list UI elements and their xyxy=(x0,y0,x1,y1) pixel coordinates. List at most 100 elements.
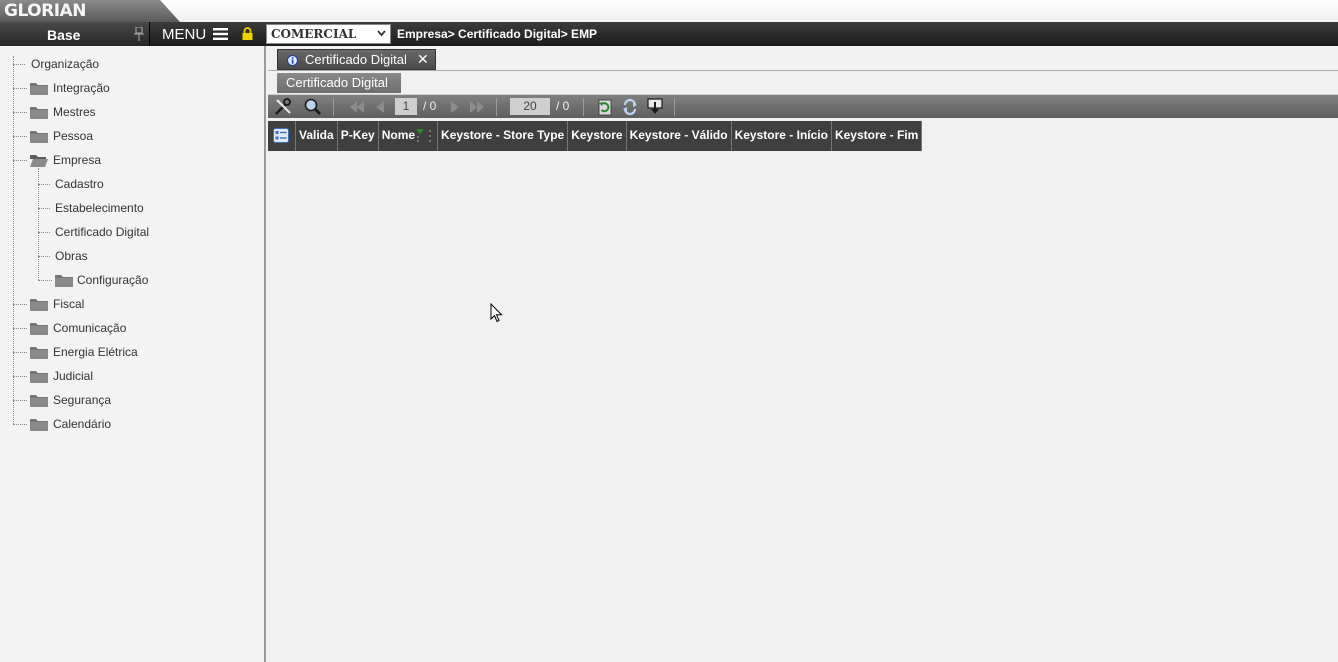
folder-open-icon xyxy=(30,155,48,167)
column-label: P-Key xyxy=(340,128,375,142)
sidebar-item-obras[interactable]: Obras xyxy=(38,248,238,264)
subtab-certificado-digital[interactable]: Certificado Digital xyxy=(277,73,401,93)
column-header-valida[interactable]: Valida xyxy=(296,121,338,151)
column-label: Keystore - Store Type xyxy=(441,128,565,142)
folder-icon xyxy=(30,323,48,335)
sidebar-item-label: Configuração xyxy=(77,273,149,287)
sidebar-item-label: Estabelecimento xyxy=(55,201,144,215)
tools-icon[interactable] xyxy=(274,98,292,116)
toolbar-separator xyxy=(496,98,497,116)
column-header-keystore[interactable]: Keystore xyxy=(568,121,627,151)
page-number-input[interactable]: 1 xyxy=(395,98,417,115)
toolbar-separator xyxy=(674,98,675,116)
first-page-icon[interactable] xyxy=(348,98,366,116)
folder-icon xyxy=(30,371,48,383)
tab-label: Certificado Digital xyxy=(305,52,407,67)
column-header-keystore-inicio[interactable]: Keystore - Início xyxy=(732,121,832,151)
lock-icon[interactable] xyxy=(242,27,253,40)
records-total: / 0 xyxy=(556,99,570,113)
previous-page-icon[interactable] xyxy=(371,98,389,116)
column-label: Keystore - Fim xyxy=(834,128,919,142)
sidebar-item-judicial[interactable]: Judicial xyxy=(13,368,213,384)
sidebar-item-label: Obras xyxy=(55,249,88,263)
column-header-keystore-store-type[interactable]: Keystore - Store Type xyxy=(438,121,569,151)
breadcrumb: Empresa> Certificado Digital> EMP xyxy=(397,27,598,41)
sidebar-item-label: Pessoa xyxy=(53,129,94,143)
base-label: Base xyxy=(47,27,81,43)
sidebar: Organização Integração Mestres Pessoa Em… xyxy=(0,46,266,662)
column-label: Keystore xyxy=(571,128,623,142)
sidebar-item-label: Cadastro xyxy=(55,177,104,191)
folder-icon xyxy=(30,347,48,359)
sidebar-item-cadastro[interactable]: Cadastro xyxy=(38,176,238,192)
sidebar-item-label: Judicial xyxy=(53,369,94,383)
export-icon[interactable] xyxy=(646,98,664,116)
hamburger-icon[interactable] xyxy=(213,28,228,40)
sidebar-item-organizacao[interactable]: Organização xyxy=(13,56,213,72)
mouse-cursor-icon xyxy=(490,303,503,323)
sync-icon[interactable] xyxy=(621,98,639,116)
sidebar-item-fiscal[interactable]: Fiscal xyxy=(13,296,213,312)
folder-icon xyxy=(30,107,48,119)
logo-tab: GLORIAN xyxy=(0,0,180,22)
folder-icon xyxy=(30,419,48,431)
page-total: / 0 xyxy=(423,99,437,113)
sidebar-item-label: Certificado Digital xyxy=(55,225,150,239)
column-selector-icon xyxy=(273,128,289,143)
column-header-nome[interactable]: Nome xyxy=(379,121,439,151)
sort-icon[interactable] xyxy=(416,128,434,143)
column-header-keystore-valido[interactable]: Keystore - Válido xyxy=(627,121,732,151)
grid-header: Valida P-Key Nome Keystore - Store Type … xyxy=(268,121,923,151)
company-select[interactable]: COMERCIAL xyxy=(266,24,391,44)
app-logo: GLORIAN xyxy=(4,1,86,21)
folder-icon xyxy=(55,275,73,287)
column-label: Nome xyxy=(381,128,416,142)
page-size-input[interactable]: 20 xyxy=(510,98,550,115)
column-header-p-key[interactable]: P-Key xyxy=(338,121,379,151)
search-icon[interactable] xyxy=(304,98,322,116)
sidebar-item-label: Organização xyxy=(31,57,100,71)
base-selector[interactable]: Base xyxy=(0,22,150,46)
column-header-keystore-fim[interactable]: Keystore - Fim xyxy=(832,121,923,151)
sidebar-item-label: Empresa xyxy=(53,153,102,167)
last-page-icon[interactable] xyxy=(468,98,486,116)
sidebar-item-label: Calendário xyxy=(53,417,112,431)
main-content: Certificado Digital ✕ Certificado Digita… xyxy=(268,46,1338,662)
folder-icon xyxy=(30,83,48,95)
sidebar-item-estabelecimento[interactable]: Estabelecimento xyxy=(38,200,238,216)
tab-certificado-digital[interactable]: Certificado Digital ✕ xyxy=(277,49,436,70)
menu-button[interactable]: MENU xyxy=(162,26,206,43)
chevron-down-icon xyxy=(377,30,386,37)
company-select-value: COMERCIAL xyxy=(271,27,357,41)
sidebar-item-pessoa[interactable]: Pessoa xyxy=(13,128,213,144)
sidebar-item-integracao[interactable]: Integração xyxy=(13,80,213,96)
sidebar-item-seguranca[interactable]: Segurança xyxy=(13,392,213,408)
tab-divider xyxy=(268,70,1338,71)
column-label: Valida xyxy=(299,128,334,142)
sidebar-item-mestres[interactable]: Mestres xyxy=(13,104,213,120)
sidebar-item-configuracao[interactable]: Configuração xyxy=(38,272,238,288)
subtab-label: Certificado Digital xyxy=(286,75,388,90)
pin-icon[interactable] xyxy=(134,27,144,41)
next-page-icon[interactable] xyxy=(446,98,464,116)
sidebar-item-certificado-digital[interactable]: Certificado Digital xyxy=(38,224,238,240)
sidebar-item-comunicacao[interactable]: Comunicação xyxy=(13,320,213,336)
sidebar-item-empresa[interactable]: Empresa xyxy=(13,152,213,168)
info-icon xyxy=(287,55,298,66)
sidebar-item-label: Fiscal xyxy=(53,297,85,311)
column-label: Keystore - Início xyxy=(734,128,828,142)
toolbar-separator xyxy=(583,98,584,116)
nav-bar: Base MENU COMERCIAL Empresa> Certificado… xyxy=(0,22,1338,46)
select-columns-button[interactable] xyxy=(268,121,296,151)
column-label: Keystore - Válido xyxy=(629,128,728,142)
close-icon[interactable]: ✕ xyxy=(417,51,429,68)
sidebar-item-calendario[interactable]: Calendário xyxy=(13,416,213,432)
grid-toolbar: 1 / 0 20 / 0 xyxy=(268,94,1338,118)
sidebar-item-label: Mestres xyxy=(53,105,96,119)
logo-bar: GLORIAN xyxy=(0,0,1338,22)
folder-icon xyxy=(30,131,48,143)
folder-icon xyxy=(30,299,48,311)
refresh-icon[interactable] xyxy=(596,98,614,116)
sidebar-item-energia-eletrica[interactable]: Energia Elétrica xyxy=(13,344,213,360)
sidebar-item-label: Integração xyxy=(53,81,110,95)
